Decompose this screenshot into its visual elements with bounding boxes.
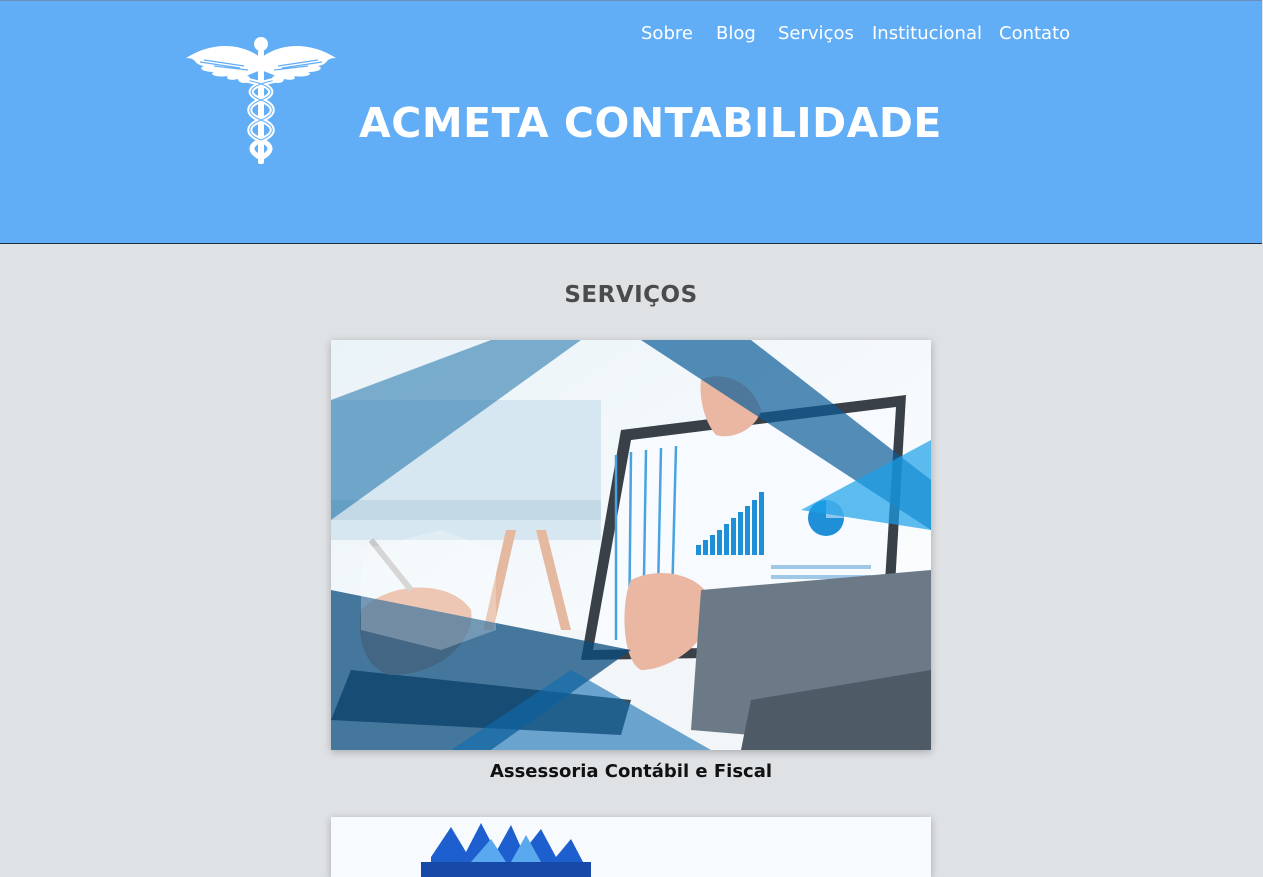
service-caption: Assessoria Contábil e Fiscal [489,761,773,782]
nav-item-sobre[interactable]: Sobre [641,23,693,44]
nav-item-contato[interactable]: Contato [999,23,1070,44]
site-title: ACMETA CONTABILIDADE [359,99,942,147]
section-title: SERVIÇOS [564,282,698,308]
caduceus-icon [186,37,336,164]
site-logo[interactable] [184,36,338,166]
nav-item-servicos[interactable]: Serviços [778,23,854,44]
service-card-image[interactable] [331,340,931,750]
service-card-image-2[interactable] [331,817,931,877]
nav-item-blog[interactable]: Blog [716,23,756,44]
business-charts-photo [331,340,931,750]
nav-item-institucional[interactable]: Institucional [872,23,982,44]
main-nav: Sobre Blog Serviços Institucional Contat… [0,23,1262,53]
blue-flower-photo [331,817,931,877]
site-header: ACMETA CONTABILIDADE Sobre Blog Serviços… [0,0,1262,244]
